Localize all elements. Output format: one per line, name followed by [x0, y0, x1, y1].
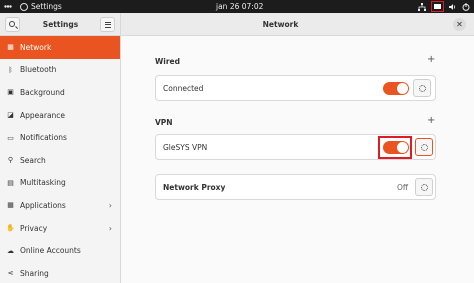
- app-name: Settings: [31, 2, 62, 11]
- sidebar-item-notifications[interactable]: ▭ Notifications: [0, 126, 120, 149]
- settings-app-icon: [20, 2, 28, 11]
- proxy-settings-button[interactable]: [415, 178, 433, 196]
- notifications-icon: ▭: [7, 133, 14, 142]
- sidebar-item-label: Appearance: [20, 110, 66, 120]
- add-wired-button[interactable]: +: [427, 54, 435, 65]
- close-button[interactable]: ✕: [453, 18, 466, 31]
- search-button[interactable]: [5, 17, 20, 32]
- activities-icon[interactable]: [4, 3, 12, 10]
- wired-toggle[interactable]: [383, 82, 409, 95]
- sidebar-header: Settings: [0, 13, 121, 36]
- vpn-indicator-icon[interactable]: [431, 1, 444, 12]
- sidebar-item-appearance[interactable]: ◪ Appearance: [0, 104, 120, 127]
- add-vpn-button[interactable]: +: [427, 115, 435, 126]
- multitasking-icon: ▤: [7, 178, 14, 187]
- network-proxy-row[interactable]: Network Proxy Off: [155, 174, 436, 200]
- sidebar-item-applications[interactable]: ▦ Applications ›: [0, 194, 120, 217]
- bluetooth-icon: ᛒ: [8, 65, 13, 74]
- top-panel: Settings jan 26 07:02: [0, 0, 474, 13]
- gear-icon: [420, 183, 428, 191]
- sidebar-item-label: Privacy: [20, 223, 48, 233]
- vpn-settings-button[interactable]: [415, 138, 433, 156]
- proxy-status: Off: [397, 183, 409, 192]
- header-bar: Settings Network ✕: [0, 13, 474, 36]
- hamburger-icon: [105, 22, 111, 28]
- page-title: Network: [262, 20, 299, 29]
- main-menu-button[interactable]: [100, 17, 115, 32]
- volume-icon[interactable]: [449, 3, 457, 11]
- sidebar-item-label: Notifications: [20, 133, 67, 143]
- sidebar-item-label: Online Accounts: [20, 246, 81, 256]
- sidebar-item-label: Sharing: [20, 268, 49, 278]
- applications-icon: ▦: [7, 201, 14, 210]
- sidebar-item-label: Multitasking: [20, 178, 66, 188]
- system-tray[interactable]: [418, 0, 470, 13]
- background-icon: ▣: [7, 88, 14, 97]
- chevron-right-icon: ›: [108, 200, 112, 210]
- clock[interactable]: jan 26 07:02: [216, 0, 263, 13]
- privacy-icon: ✋: [6, 224, 15, 233]
- appearance-icon: ◪: [7, 111, 14, 120]
- sidebar-title: Settings: [42, 20, 79, 29]
- network-proxy-label: Network Proxy: [163, 183, 226, 192]
- chevron-right-icon: ›: [108, 223, 112, 233]
- sidebar-item-label: Background: [20, 87, 65, 97]
- sidebar-item-label: Bluetooth: [20, 65, 57, 75]
- vpn-toggle-highlight: [378, 136, 412, 159]
- gear-icon: [418, 84, 426, 92]
- network-icon: ▦: [7, 43, 14, 52]
- sidebar-item-bluetooth[interactable]: ᛒ Bluetooth: [0, 59, 120, 82]
- sidebar-item-sharing[interactable]: ⋖ Sharing: [0, 262, 120, 283]
- sidebar-item-background[interactable]: ▣ Background: [0, 81, 120, 104]
- sidebar-item-privacy[interactable]: ✋ Privacy ›: [0, 217, 120, 240]
- sidebar-item-label: Applications: [20, 200, 66, 210]
- sidebar-item-label: Network: [20, 42, 52, 52]
- network-wired-icon[interactable]: [418, 2, 426, 11]
- sharing-icon: ⋖: [7, 269, 14, 278]
- sidebar-item-multitasking[interactable]: ▤ Multitasking: [0, 172, 120, 195]
- network-panel: Wired + Connected VPN + GleSYS VPN Netwo…: [122, 36, 474, 283]
- sidebar-item-label: Search: [20, 155, 46, 165]
- wired-connection-row: Connected: [155, 75, 436, 101]
- sidebar: ▦ Network ᛒ Bluetooth ▣ Background ◪ App…: [0, 36, 121, 283]
- vpn-heading: VPN: [155, 118, 173, 127]
- search-icon: ⚲: [7, 156, 14, 165]
- gear-icon: [420, 143, 428, 151]
- vpn-name-label: GleSYS VPN: [163, 143, 208, 152]
- sidebar-item-search[interactable]: ⚲ Search: [0, 149, 120, 172]
- power-icon[interactable]: [462, 2, 470, 11]
- online-accounts-icon: ☁: [7, 246, 14, 255]
- sidebar-item-online-accounts[interactable]: ☁ Online Accounts: [0, 239, 120, 262]
- wired-heading: Wired: [155, 57, 180, 66]
- wired-settings-button[interactable]: [413, 79, 431, 97]
- wired-status-label: Connected: [163, 84, 204, 93]
- sidebar-item-network[interactable]: ▦ Network: [0, 36, 120, 59]
- activities-app-menu[interactable]: Settings: [20, 0, 62, 13]
